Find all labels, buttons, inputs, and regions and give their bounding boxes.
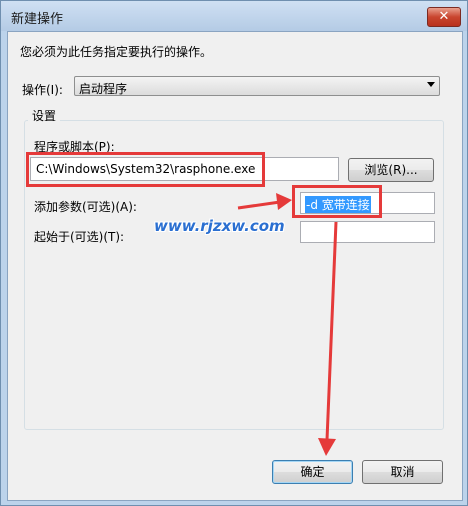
annotation-arrows: [237, 193, 338, 456]
arrow-to-ok-head: [318, 438, 336, 456]
arrow-to-args-head: [276, 193, 292, 210]
arrow-to-ok: [325, 221, 338, 441]
arrow-to-args: [237, 200, 281, 210]
